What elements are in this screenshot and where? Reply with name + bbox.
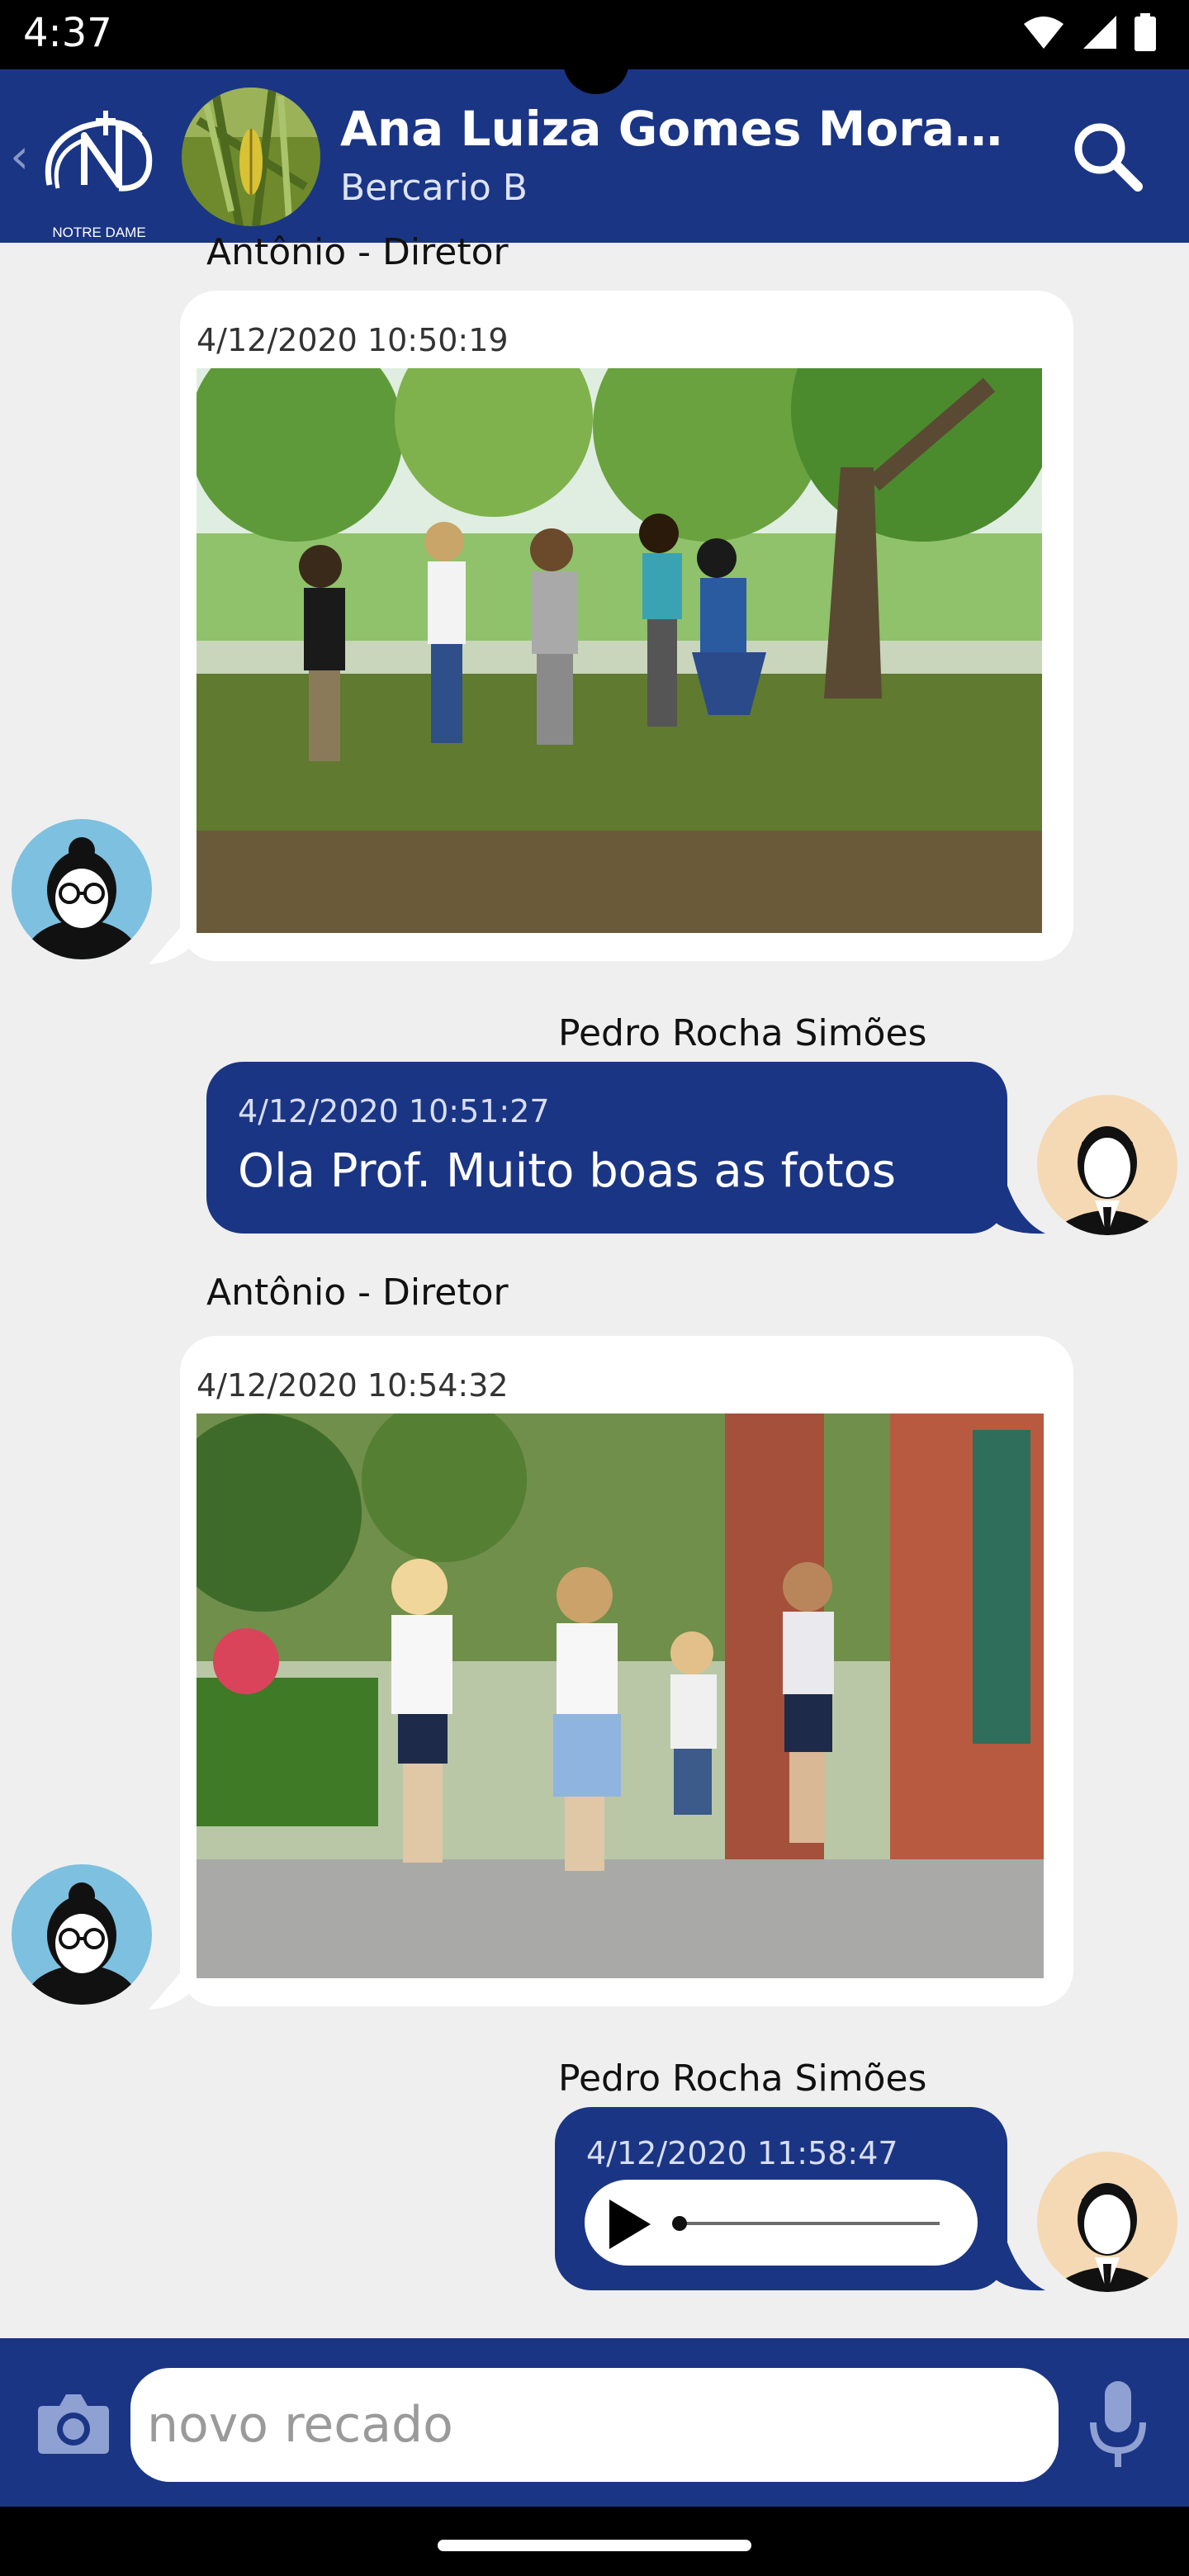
parent-avatar — [1037, 1095, 1177, 1235]
contact-name: Ana Luiza Gomes Moraes… — [340, 101, 1034, 157]
audio-progress-track[interactable] — [675, 2222, 940, 2225]
chat-header: ‹ NOTRE DAME Ana Luiza Gomes Moraes… Ber… — [0, 69, 1189, 243]
teacher-avatar — [12, 1864, 152, 2005]
audio-progress-knob[interactable] — [672, 2216, 687, 2231]
home-gesture-handle[interactable] — [438, 2540, 751, 2551]
signal-icon — [1083, 16, 1116, 49]
message-bubble-incoming[interactable]: 4/12/2020 10:54:32 — [180, 1336, 1073, 2006]
message-photo-kids-running-school[interactable] — [197, 1413, 1044, 1978]
logo-text: NOTRE DAME — [52, 225, 146, 240]
teacher-avatar — [12, 819, 152, 959]
search-icon[interactable] — [1070, 119, 1144, 193]
battery-icon — [1135, 13, 1156, 51]
parent-avatar — [1037, 2152, 1177, 2292]
message-input-bar — [0, 2338, 1189, 2507]
status-time: 4:37 — [23, 10, 112, 56]
chevron-left-icon[interactable]: ‹ — [10, 127, 35, 185]
message-bubble-outgoing[interactable]: 4/12/2020 10:51:27 Ola Prof. Muito boas … — [206, 1062, 1007, 1234]
contact-class: Bercario B — [340, 167, 528, 209]
contact-avatar[interactable] — [182, 88, 320, 226]
message-timestamp: 4/12/2020 11:58:47 — [586, 2135, 898, 2171]
sender-name: Pedro Rocha Simões — [558, 1012, 927, 1054]
message-bubble-incoming[interactable]: 4/12/2020 10:50:19 — [180, 291, 1073, 961]
wifi-icon — [1024, 17, 1063, 49]
notre-dame-logo: NOTRE DAME — [33, 102, 165, 240]
microphone-icon[interactable] — [1087, 2379, 1149, 2470]
play-icon[interactable] — [609, 2200, 651, 2249]
sender-name: Antônio - Diretor — [206, 1271, 509, 1314]
message-timestamp: 4/12/2020 10:50:19 — [197, 322, 509, 358]
message-timestamp: 4/12/2020 10:51:27 — [238, 1093, 550, 1129]
message-timestamp: 4/12/2020 10:54:32 — [197, 1367, 509, 1404]
message-bubble-outgoing[interactable]: 4/12/2020 11:58:47 — [555, 2107, 1007, 2290]
chat-screen: 4:37 ‹ NOTRE DAME Ana Luiza Gomes Moraes… — [0, 0, 1189, 2576]
message-text: Ola Prof. Muito boas as fotos — [238, 1144, 896, 1198]
system-navigation-bar — [0, 2507, 1189, 2576]
sender-name: Antônio - Diretor — [206, 231, 509, 273]
status-icons — [1022, 13, 1156, 51]
message-photo-kids-playing-park[interactable] — [197, 368, 1042, 933]
audio-player[interactable] — [585, 2180, 978, 2266]
sender-name: Pedro Rocha Simões — [558, 2057, 927, 2100]
message-input[interactable] — [130, 2368, 1059, 2482]
camera-icon[interactable] — [36, 2389, 111, 2455]
